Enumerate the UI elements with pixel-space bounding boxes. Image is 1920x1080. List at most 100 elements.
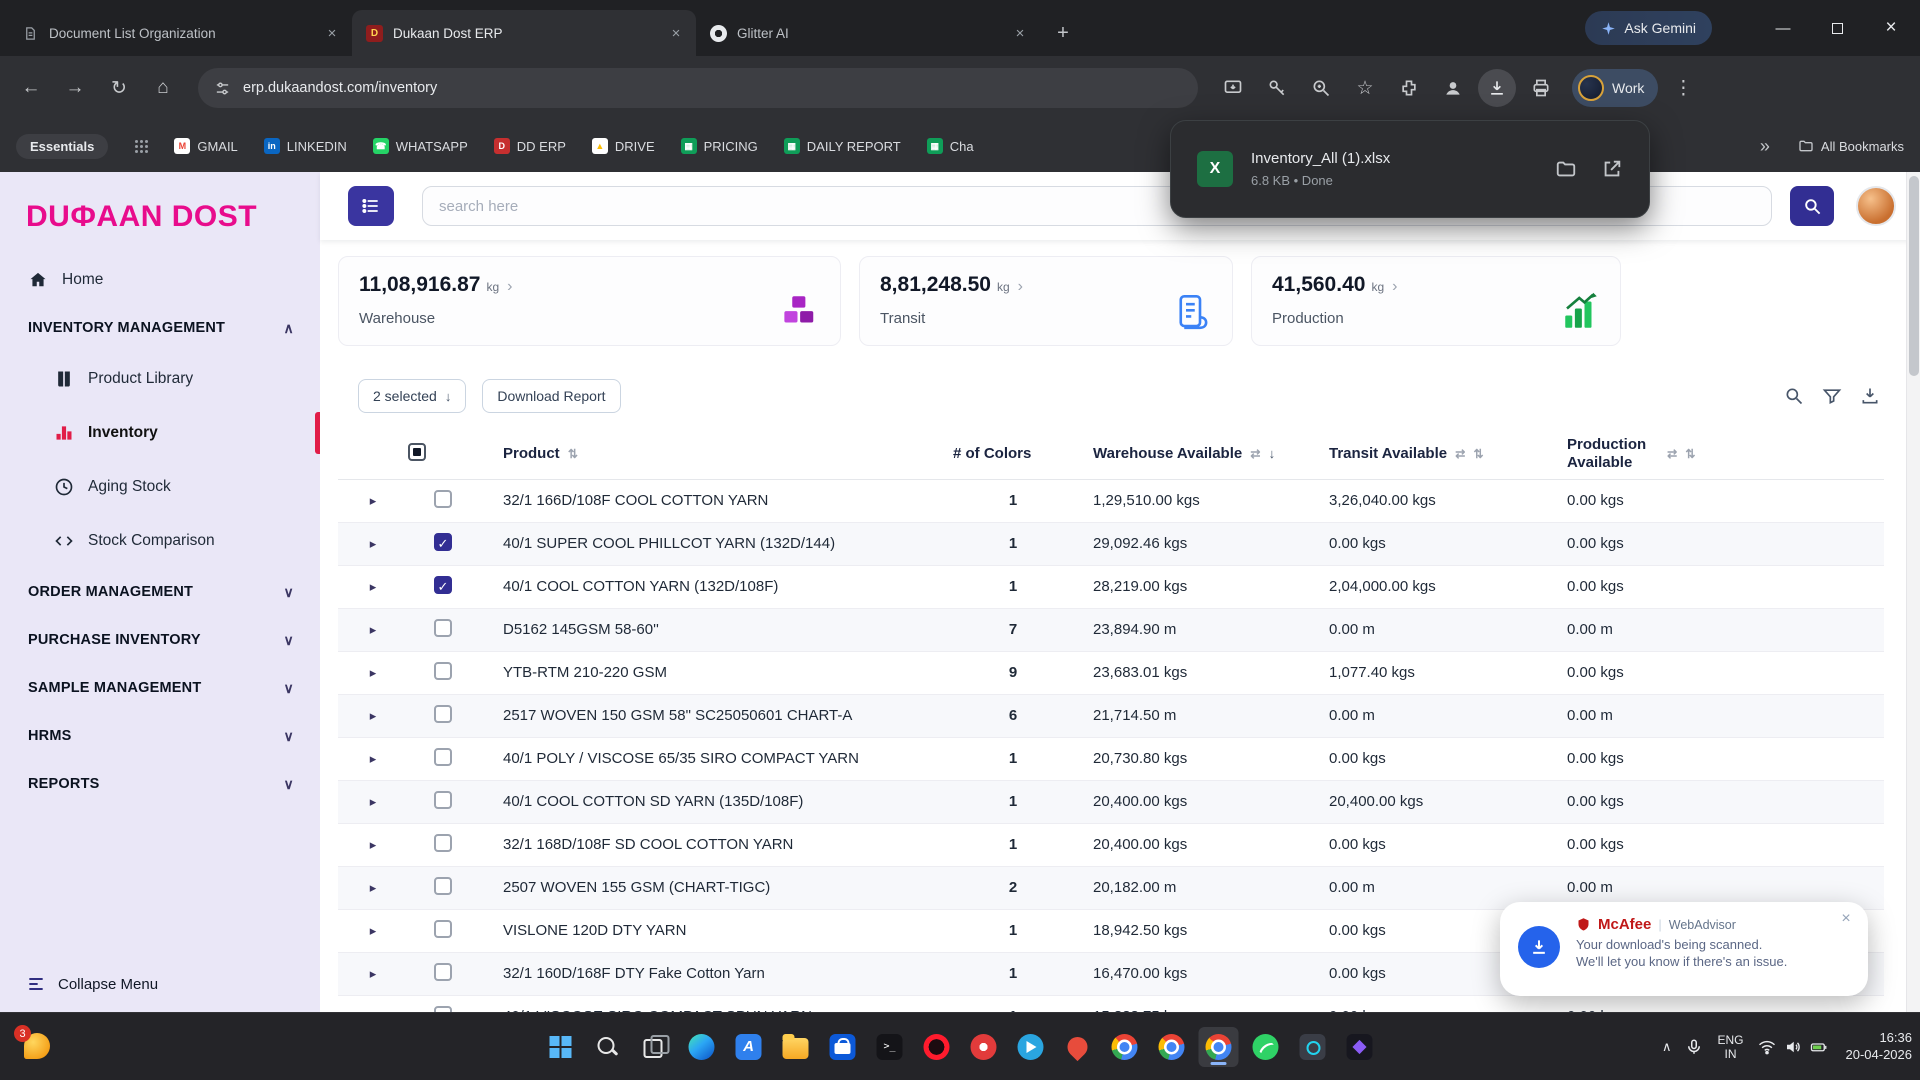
row-checkbox[interactable] (434, 705, 452, 723)
taskbar-chrome-2-icon[interactable] (1152, 1027, 1192, 1067)
weather-widget[interactable]: 3 (14, 1027, 58, 1067)
taskbar-store-icon[interactable] (823, 1027, 863, 1067)
table-row[interactable]: ▸ D5162 145GSM 58-60'' 7 23,894.90 m 0.0… (338, 608, 1884, 651)
row-checkbox[interactable] (434, 920, 452, 938)
extensions-puzzle-icon[interactable] (1390, 69, 1428, 107)
table-row[interactable]: ▸ 40/1 COOL COTTON SD YARN (135D/108F) 1… (338, 780, 1884, 823)
table-row[interactable]: ▸ 40/1 COOL COTTON YARN (132D/108F) 1 28… (338, 565, 1884, 608)
taskbar-snip-icon[interactable] (1293, 1027, 1333, 1067)
bookmark-item[interactable]: ☎ WHATSAPP (373, 138, 468, 154)
taskbar-clock[interactable]: 16:36 20-04-2026 (1846, 1030, 1913, 1064)
product-column-header[interactable]: Product (503, 445, 560, 462)
sidebar-item-stock-comparison[interactable]: Stock Comparison (0, 514, 320, 568)
sidebar-section-purchase-inventory[interactable]: PURCHASE INVENTORY ∨ (0, 616, 320, 664)
sort-icon[interactable]: ⇅ (1474, 447, 1484, 461)
selected-count-dropdown[interactable]: 2 selected ↓ (358, 379, 466, 413)
new-tab-button[interactable]: + (1048, 18, 1078, 48)
ask-gemini-button[interactable]: Ask Gemini (1585, 11, 1712, 45)
close-window-button[interactable]: × (1868, 8, 1914, 48)
microphone-icon[interactable] (1685, 1038, 1703, 1056)
home-button[interactable]: ⌂ (144, 69, 182, 107)
table-download-icon[interactable] (1860, 386, 1880, 406)
system-icons-group[interactable] (1758, 1038, 1828, 1056)
bookmark-star-icon[interactable]: ☆ (1346, 69, 1384, 107)
tab-close-icon[interactable]: × (1010, 23, 1030, 43)
chevron-right-icon[interactable]: › (1392, 278, 1397, 296)
swap-icon[interactable]: ⇄ (1455, 447, 1465, 461)
site-info-icon[interactable] (214, 80, 231, 97)
taskbar-file-explorer-icon[interactable] (776, 1027, 816, 1067)
taskbar-app-dark-icon[interactable] (1340, 1027, 1380, 1067)
download-bubble[interactable]: X Inventory_All (1).xlsx 6.8 KB • Done (1170, 120, 1650, 218)
page-scrollbar[interactable] (1906, 172, 1920, 1012)
chevron-right-icon[interactable]: › (1018, 278, 1023, 296)
bookmark-item[interactable]: ▦ DAILY REPORT (784, 138, 901, 154)
bookmark-item[interactable]: ▦ Cha (927, 138, 974, 154)
row-checkbox[interactable] (434, 576, 452, 594)
row-checkbox[interactable] (434, 490, 452, 508)
downloads-icon[interactable] (1478, 69, 1516, 107)
row-checkbox[interactable] (434, 877, 452, 895)
bookmark-essentials[interactable]: Essentials (16, 134, 108, 159)
zoom-icon[interactable] (1302, 69, 1340, 107)
sidebar-section-inventory-management[interactable]: INVENTORY MANAGEMENT ∧ (0, 304, 320, 352)
table-search-icon[interactable] (1784, 386, 1804, 406)
print-icon[interactable] (1522, 69, 1560, 107)
taskbar-chrome-1-icon[interactable] (1105, 1027, 1145, 1067)
sidebar-section-sample-management[interactable]: SAMPLE MANAGEMENT ∨ (0, 664, 320, 712)
bookmark-item[interactable]: M GMAIL (174, 138, 237, 154)
transit-column-header[interactable]: Transit Available (1329, 445, 1447, 462)
tab-close-icon[interactable]: × (666, 23, 686, 43)
taskbar-terminal-icon[interactable] (870, 1027, 910, 1067)
row-expand-icon[interactable]: ▸ (370, 579, 377, 594)
taskbar-edge-icon[interactable] (682, 1027, 722, 1067)
open-in-new-icon[interactable] (1601, 158, 1623, 180)
select-all-checkbox[interactable] (408, 443, 426, 461)
row-expand-icon[interactable]: ▸ (370, 794, 377, 809)
table-filter-icon[interactable] (1822, 386, 1842, 406)
taskbar-app-a-icon[interactable] (729, 1027, 769, 1067)
sidebar-item-aging-stock[interactable]: Aging Stock (0, 460, 320, 514)
tab-glitter-ai[interactable]: Glitter AI × (696, 10, 1040, 56)
sidebar-section-reports[interactable]: REPORTS ∨ (0, 760, 320, 808)
row-checkbox[interactable] (434, 963, 452, 981)
taskbar-start-icon[interactable] (541, 1027, 581, 1067)
row-checkbox[interactable] (434, 791, 452, 809)
production-column-header[interactable]: Production Available (1567, 436, 1659, 472)
row-expand-icon[interactable]: ▸ (370, 665, 377, 680)
row-expand-icon[interactable]: ▸ (370, 622, 377, 637)
password-key-icon[interactable] (1258, 69, 1296, 107)
sort-icon[interactable]: ⇅ (568, 447, 578, 461)
view-toggle-button[interactable] (348, 186, 394, 226)
all-bookmarks-button[interactable]: All Bookmarks (1798, 138, 1904, 154)
transit-stat-card[interactable]: 8,81,248.50 kg › Transit (859, 256, 1233, 346)
tab-document-list-organization[interactable]: Document List Organization × (8, 10, 352, 56)
minimize-button[interactable]: — (1760, 8, 1806, 48)
profile-extension-icon[interactable] (1434, 69, 1472, 107)
sort-icon[interactable]: ⇅ (1685, 447, 1695, 461)
bookmark-item[interactable]: ▲ DRIVE (592, 138, 655, 154)
production-stat-card[interactable]: 41,560.40 kg › Production (1251, 256, 1621, 346)
mcafee-close-icon[interactable]: × (1836, 910, 1856, 930)
bookmark-item[interactable]: in LINKEDIN (264, 138, 347, 154)
show-in-folder-icon[interactable] (1555, 158, 1577, 180)
chevron-right-icon[interactable]: › (507, 278, 512, 296)
taskbar-pin-icon[interactable] (1058, 1027, 1098, 1067)
download-filename[interactable]: Inventory_All (1).xlsx (1251, 150, 1537, 167)
install-app-icon[interactable] (1214, 69, 1252, 107)
maximize-button[interactable] (1814, 8, 1860, 48)
table-row[interactable]: ▸ 32/1 168D/108F SD COOL COTTON YARN 1 2… (338, 823, 1884, 866)
taskbar-telegram-icon[interactable] (1011, 1027, 1051, 1067)
volume-icon[interactable] (1784, 1038, 1802, 1056)
row-checkbox[interactable] (434, 748, 452, 766)
dukaan-dost-logo[interactable]: DUФAAN DOST (0, 196, 320, 234)
battery-icon[interactable] (1810, 1038, 1828, 1056)
taskbar-task-view-icon[interactable] (635, 1027, 675, 1067)
back-button[interactable]: ← (12, 69, 50, 107)
row-expand-icon[interactable]: ▸ (370, 880, 377, 895)
row-expand-icon[interactable]: ▸ (370, 837, 377, 852)
download-report-button[interactable]: Download Report (482, 379, 620, 413)
reload-button[interactable]: ↻ (100, 69, 138, 107)
bookmark-item[interactable]: D DD ERP (494, 138, 566, 154)
search-button[interactable] (1790, 186, 1834, 226)
